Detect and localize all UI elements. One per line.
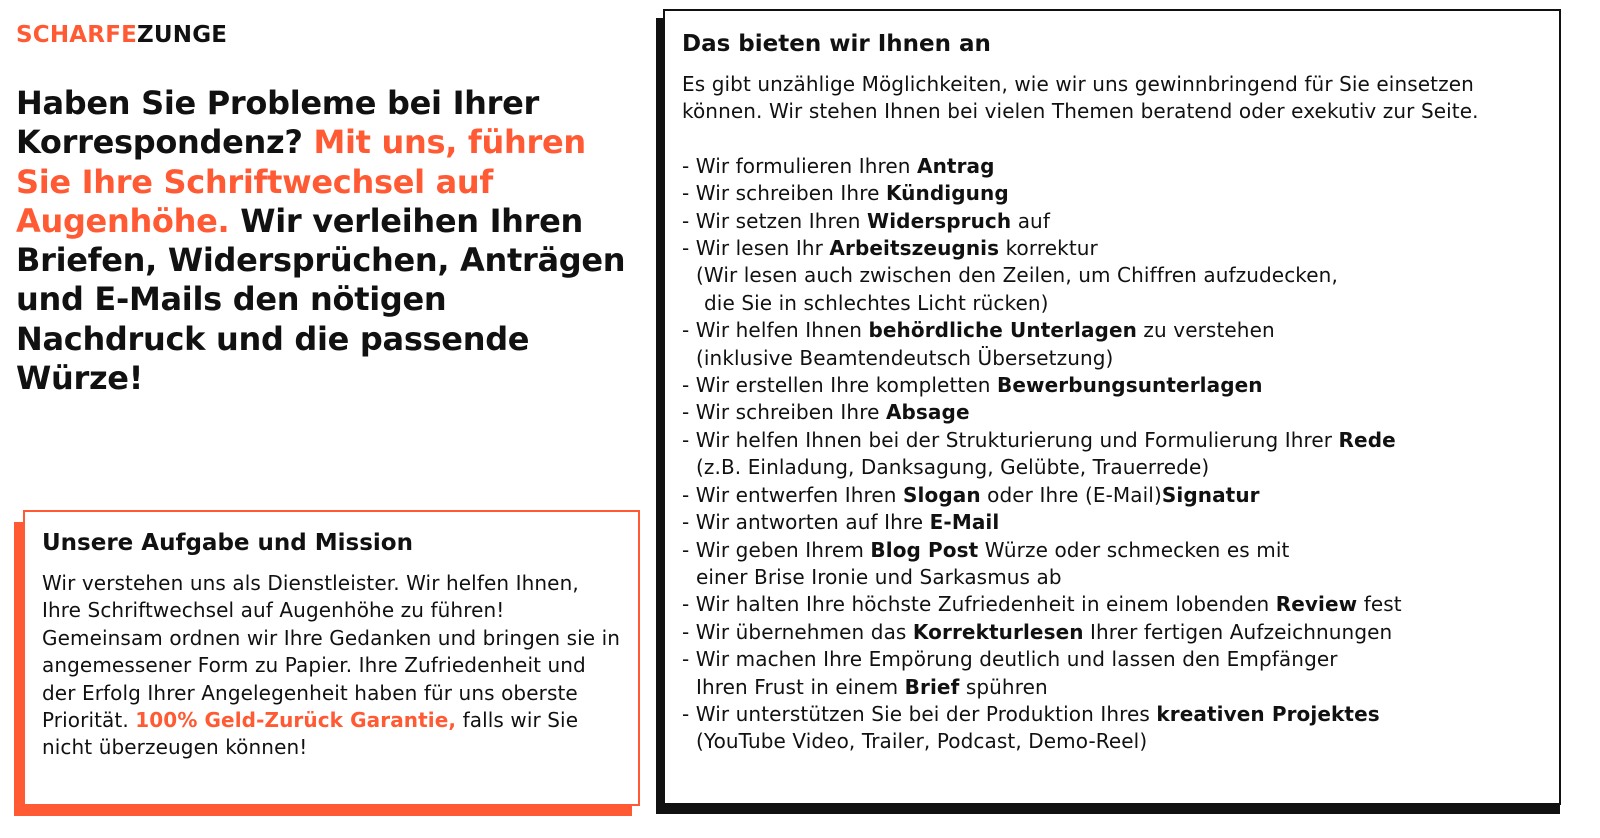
- item-keyword: E-Mail: [929, 510, 1000, 535]
- item-keyword: Kündigung: [885, 181, 1009, 206]
- mission-title: Unsere Aufgabe und Mission: [42, 530, 413, 556]
- item-keyword-2: Signatur: [1161, 482, 1260, 507]
- item-text: - Wir machen Ihre Empörung deutlich und …: [682, 647, 1338, 672]
- item-text: - Wir helfen Ihnen: [682, 318, 869, 343]
- item-note: (inklusive Beamtendeutsch Übersetzung): [696, 345, 1114, 370]
- item-text: - Wir halten Ihre höchste Zufriedenheit …: [682, 592, 1276, 617]
- item-keyword: Antrag: [917, 153, 995, 178]
- item-note-continued: die Sie in schlechtes Licht rücken): [704, 290, 1049, 315]
- item-keyword: Bewerbungsunterlagen: [996, 373, 1263, 398]
- list-item: - Wir setzen Ihren Widerspruch auf: [682, 208, 1542, 235]
- item-keyword: Blog Post: [870, 537, 979, 562]
- item-note: (z.B. Einladung, Danksagung, Gelübte, Tr…: [696, 455, 1210, 480]
- list-item: - Wir helfen Ihnen behördliche Unterlage…: [682, 317, 1542, 372]
- list-item: - Wir erstellen Ihre kompletten Bewerbun…: [682, 372, 1542, 399]
- item-note: Ihren Frust in einem Brief spühren: [682, 674, 1542, 701]
- item-text: - Wir schreiben Ihre: [682, 181, 886, 206]
- list-item: - Wir unterstützen Sie bei der Produktio…: [682, 701, 1542, 756]
- item-text: - Wir übernehmen das: [682, 619, 913, 644]
- list-item: - Wir formulieren Ihren Antrag: [682, 153, 1542, 180]
- hero-headline: Haben Sie Probleme bei Ihrer Korresponde…: [16, 84, 626, 398]
- mission-guarantee: 100% Geld-Zurück Garantie,: [135, 708, 457, 733]
- item-text-after: zu verstehen: [1136, 318, 1275, 343]
- services-list: - Wir formulieren Ihren Antrag - Wir sch…: [682, 153, 1542, 756]
- item-note: (YouTube Video, Trailer, Podcast, Demo-R…: [696, 729, 1148, 754]
- item-text: - Wir schreiben Ihre: [682, 400, 886, 425]
- list-item: - Wir entwerfen Ihren Slogan oder Ihre (…: [682, 482, 1542, 509]
- item-text: - Wir geben Ihrem: [682, 537, 871, 562]
- brand-logo-main: ZUNGE: [137, 22, 228, 48]
- mission-text: Wir verstehen uns als Dienstleister. Wir…: [42, 570, 621, 762]
- item-keyword: kreativen Projektes: [1156, 701, 1380, 726]
- item-text-after: korrektur: [999, 236, 1098, 261]
- list-item: - Wir schreiben Ihre Absage: [682, 399, 1542, 426]
- item-text: - Wir lesen Ihr: [682, 236, 830, 261]
- item-keyword: Brief: [904, 674, 960, 699]
- list-item: - Wir übernehmen das Korrekturlesen Ihre…: [682, 619, 1542, 646]
- list-item: - Wir lesen Ihr Arbeitszeugnis korrektur…: [682, 235, 1542, 317]
- item-text-after: Ihrer fertigen Aufzeichnungen: [1083, 619, 1393, 644]
- services-intro: Es gibt unzählige Möglichkeiten, wie wir…: [682, 72, 1479, 124]
- services-box: Das bieten wir Ihnen an Es gibt unzählig…: [663, 9, 1561, 805]
- item-keyword: Slogan: [903, 482, 981, 507]
- item-text-after: auf: [1011, 208, 1050, 233]
- list-item: - Wir helfen Ihnen bei der Strukturierun…: [682, 427, 1542, 482]
- item-text-after: Würze oder schmecken es mit: [978, 537, 1290, 562]
- brand-logo[interactable]: SCHARFEZUNGE: [16, 22, 227, 48]
- item-text: - Wir antworten auf Ihre: [682, 510, 930, 535]
- list-item: - Wir machen Ihre Empörung deutlich und …: [682, 646, 1542, 701]
- list-item: - Wir halten Ihre höchste Zufriedenheit …: [682, 591, 1542, 618]
- item-keyword: Rede: [1338, 427, 1396, 452]
- item-keyword: Arbeitszeugnis: [829, 236, 1000, 261]
- item-note-text-after: spühren: [959, 674, 1048, 699]
- mission-box: Unsere Aufgabe und Mission Wir verstehen…: [23, 510, 640, 806]
- item-keyword: Korrekturlesen: [912, 619, 1084, 644]
- item-text-after: oder Ihre (E-Mail): [980, 482, 1162, 507]
- list-item: - Wir geben Ihrem Blog Post Würze oder s…: [682, 537, 1542, 592]
- list-item: - Wir antworten auf Ihre E-Mail: [682, 509, 1542, 536]
- list-item: - Wir schreiben Ihre Kündigung: [682, 180, 1542, 207]
- item-note-text: Ihren Frust in einem: [696, 674, 905, 699]
- item-text-after: fest: [1357, 592, 1402, 617]
- item-keyword: Widerspruch: [867, 208, 1012, 233]
- item-text: - Wir formulieren Ihren: [682, 153, 917, 178]
- item-text: - Wir setzen Ihren: [682, 208, 868, 233]
- services-title: Das bieten wir Ihnen an: [682, 31, 991, 57]
- item-keyword: behördliche Unterlagen: [868, 318, 1137, 343]
- item-text: - Wir entwerfen Ihren: [682, 482, 904, 507]
- item-text: - Wir helfen Ihnen bei der Strukturierun…: [682, 427, 1339, 452]
- item-keyword: Absage: [885, 400, 970, 425]
- item-note: (Wir lesen auch zwischen den Zeilen, um …: [696, 263, 1338, 288]
- item-keyword: Review: [1275, 592, 1358, 617]
- item-text: - Wir unterstützen Sie bei der Produktio…: [682, 701, 1157, 726]
- item-note: einer Brise Ironie und Sarkasmus ab: [696, 564, 1062, 589]
- item-text: - Wir erstellen Ihre kompletten: [682, 373, 997, 398]
- brand-logo-accent: SCHARFE: [16, 22, 138, 48]
